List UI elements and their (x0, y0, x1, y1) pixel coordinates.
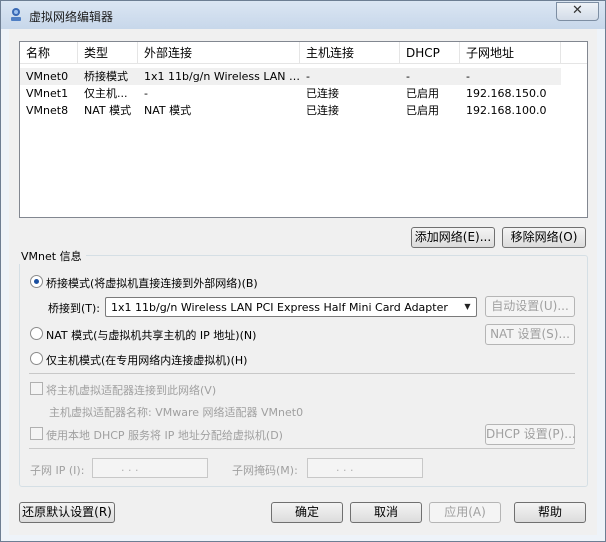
bridged-radio-label[interactable]: 桥接模式(将虚拟机直接连接到外部网络)(B) (46, 275, 258, 291)
cell-type: NAT 模式 (84, 104, 132, 117)
cell-external: - (144, 87, 148, 100)
cell-dhcp: 已启用 (406, 87, 439, 100)
auto-settings-button[interactable]: 自动设置(U)... (485, 296, 575, 317)
table-row[interactable]: VMnet1 仅主机... - 已连接 已启用 192.168.150.0 (20, 85, 561, 102)
cell-name: VMnet1 (26, 87, 69, 100)
column-header-host[interactable]: 主机连接 (300, 42, 400, 64)
cell-subnet: - (466, 70, 470, 83)
apply-button[interactable]: 应用(A) (429, 502, 501, 523)
column-header-subnet[interactable]: 子网地址 (460, 42, 561, 64)
use-dhcp-checkbox[interactable] (30, 427, 43, 440)
cell-type: 仅主机... (84, 87, 128, 100)
column-header-external[interactable]: 外部连接 (138, 42, 300, 64)
cell-dhcp: - (406, 70, 410, 83)
virtual-network-editor-window: 虚拟网络编辑器 ✕ 名称 类型 外部连接 主机连接 DHCP 子网地址 VMne… (0, 0, 606, 542)
divider (29, 448, 575, 449)
use-dhcp-label[interactable]: 使用本地 DHCP 服务将 IP 地址分配给虚拟机(D) (46, 427, 283, 443)
hostonly-radio[interactable] (30, 352, 43, 365)
cell-host: 已连接 (306, 104, 339, 117)
cell-dhcp: 已启用 (406, 104, 439, 117)
table-row[interactable]: VMnet8 NAT 模式 NAT 模式 已连接 已启用 192.168.100… (20, 102, 561, 119)
ok-button[interactable]: 确定 (271, 502, 343, 523)
column-header-name[interactable]: 名称 (20, 42, 78, 64)
cell-type: 桥接模式 (84, 70, 128, 83)
cell-subnet: 192.168.100.0 (466, 104, 547, 117)
bridged-adapter-value: 1x1 11b/g/n Wireless LAN PCI Express Hal… (111, 301, 448, 314)
bridged-radio[interactable] (30, 275, 43, 288)
subnet-mask-label: 子网掩码(M): (232, 464, 298, 477)
chevron-down-icon[interactable]: ▼ (459, 298, 476, 316)
hostonly-radio-label[interactable]: 仅主机模式(在专用网络内连接虚拟机)(H) (46, 352, 247, 368)
host-adapter-name: 主机虚拟适配器名称: VMware 网络适配器 VMnet0 (49, 406, 304, 419)
cell-host: - (306, 70, 310, 83)
title-bar[interactable]: 虚拟网络编辑器 ✕ (1, 1, 605, 29)
network-list[interactable]: 名称 类型 外部连接 主机连接 DHCP 子网地址 VMnet0 桥接模式 1x… (19, 41, 588, 218)
column-header-dhcp[interactable]: DHCP (400, 42, 460, 64)
cell-subnet: 192.168.150.0 (466, 87, 547, 100)
dhcp-settings-button[interactable]: DHCP 设置(P)... (485, 424, 576, 445)
help-button[interactable]: 帮助 (514, 502, 586, 523)
nat-radio-label[interactable]: NAT 模式(与虚拟机共享主机的 IP 地址)(N) (46, 327, 256, 343)
network-app-icon (11, 8, 21, 21)
bridged-adapter-select[interactable]: 1x1 11b/g/n Wireless LAN PCI Express Hal… (105, 297, 477, 317)
cell-name: VMnet8 (26, 104, 69, 117)
subnet-mask-input[interactable]: . . . (307, 458, 423, 478)
column-header-type[interactable]: 类型 (78, 42, 138, 64)
cancel-button[interactable]: 取消 (350, 502, 422, 523)
dialog-client-area: 名称 类型 外部连接 主机连接 DHCP 子网地址 VMnet0 桥接模式 1x… (9, 29, 597, 535)
cell-host: 已连接 (306, 87, 339, 100)
remove-network-button[interactable]: 移除网络(O) (502, 227, 586, 248)
window-title: 虚拟网络编辑器 (29, 10, 114, 24)
bridged-to-label: 桥接到(T): (48, 302, 101, 315)
cell-name: VMnet0 (26, 70, 69, 83)
close-icon: ✕ (572, 3, 583, 18)
restore-defaults-button[interactable]: 还原默认设置(R) (19, 502, 115, 523)
connect-host-adapter-label[interactable]: 将主机虚拟适配器连接到此网络(V) (46, 382, 216, 398)
nat-radio[interactable] (30, 327, 43, 340)
vmnet-info-label: VMnet 信息 (17, 248, 86, 264)
cell-external: NAT 模式 (144, 104, 192, 117)
connect-host-adapter-checkbox[interactable] (30, 382, 43, 395)
add-network-button[interactable]: 添加网络(E)... (411, 227, 495, 248)
nat-settings-button[interactable]: NAT 设置(S)... (485, 324, 575, 345)
subnet-ip-label: 子网 IP (I): (30, 464, 85, 477)
network-list-header: 名称 类型 外部连接 主机连接 DHCP 子网地址 (20, 42, 587, 64)
divider (29, 373, 575, 374)
cell-external: 1x1 11b/g/n Wireless LAN P... (144, 70, 300, 83)
table-row[interactable]: VMnet0 桥接模式 1x1 11b/g/n Wireless LAN P..… (20, 68, 561, 85)
close-button[interactable]: ✕ (556, 2, 599, 21)
subnet-ip-input[interactable]: . . . (92, 458, 208, 478)
